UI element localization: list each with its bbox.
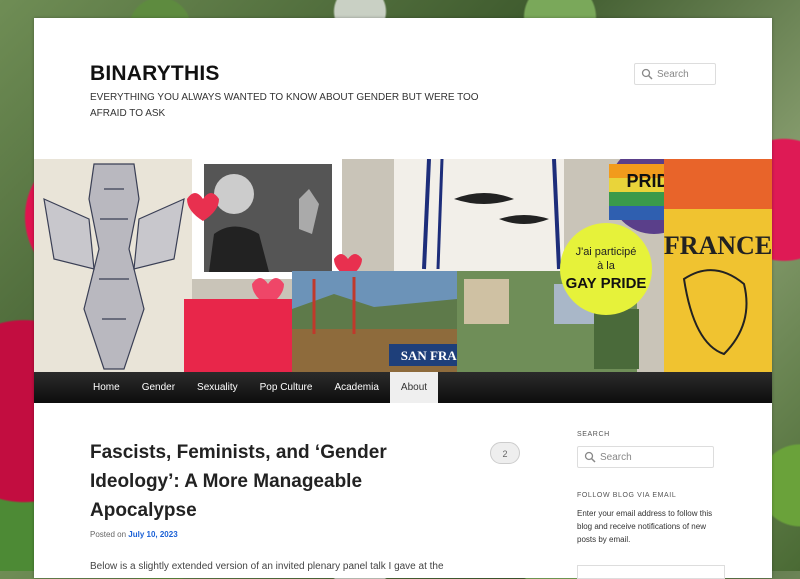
posted-prefix: Posted on: [90, 530, 127, 539]
comment-count-bubble[interactable]: 2: [490, 442, 520, 464]
post-date-link[interactable]: July 10, 2023: [128, 530, 177, 539]
sidebar-follow-text: Enter your email address to follow this …: [577, 509, 713, 544]
post-meta: Posted on July 10, 2023: [90, 530, 178, 539]
banner-badge-line2: à la: [597, 260, 616, 272]
search-icon: [641, 68, 653, 80]
page-container: BINARYTHIS EVERYTHING YOU ALWAYS WANTED …: [34, 18, 772, 579]
banner-collage: SAN FRANCISCO PRIDE J'ai participé à la: [34, 159, 772, 372]
sidebar-search-heading: SEARCH: [577, 431, 610, 438]
main-navigation: Home Gender Sexuality Pop Culture Academ…: [34, 372, 772, 403]
sidebar-follow-heading: FOLLOW BLOG VIA EMAIL: [577, 492, 677, 499]
site-title[interactable]: BINARYTHIS: [90, 62, 220, 86]
nav-item-home[interactable]: Home: [82, 372, 131, 403]
nav-item-gender[interactable]: Gender: [131, 372, 186, 403]
header-search-placeholder: Search: [657, 68, 689, 80]
banner-france-text: FRANCE: [664, 231, 772, 260]
nav-item-pop-culture[interactable]: Pop Culture: [249, 372, 324, 403]
nav-item-sexuality[interactable]: Sexuality: [186, 372, 249, 403]
email-input[interactable]: [577, 565, 725, 579]
header-search-input[interactable]: Search: [634, 63, 716, 85]
banner-badge-line1: J'ai participé: [576, 246, 637, 258]
sidebar-search-placeholder: Search: [600, 451, 632, 463]
site-tagline: EVERYTHING YOU ALWAYS WANTED TO KNOW ABO…: [90, 92, 479, 119]
post-title[interactable]: Fascists, Feminists, and ‘Gender Ideolog…: [90, 438, 420, 525]
post-excerpt: Below is a slightly extended version of …: [90, 561, 444, 572]
banner-badge-line3: GAY PRIDE: [566, 275, 647, 292]
search-icon: [584, 451, 596, 463]
nav-item-about[interactable]: About: [389, 372, 439, 403]
header-banner-image[interactable]: SAN FRANCISCO PRIDE J'ai participé à la: [34, 159, 772, 372]
nav-item-academia[interactable]: Academia: [323, 372, 389, 403]
sidebar-search-input[interactable]: Search: [577, 446, 714, 468]
